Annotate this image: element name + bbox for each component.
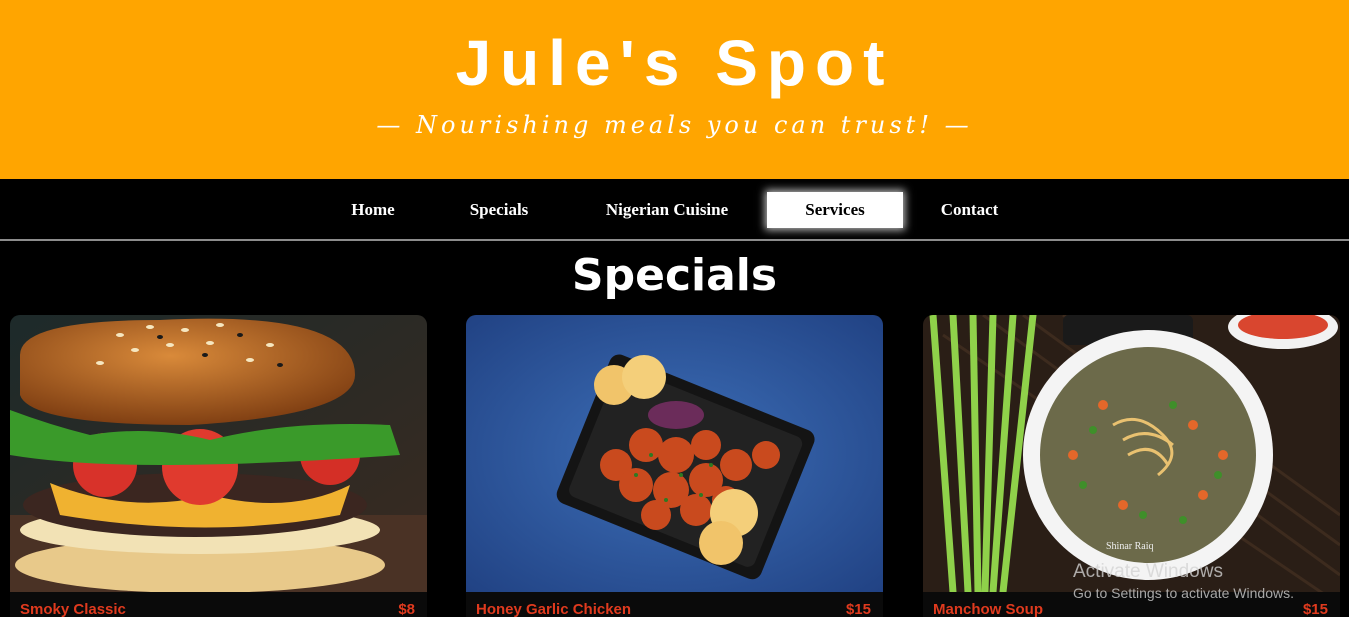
main-nav: Home Specials Nigerian Cuisine Services … xyxy=(0,179,1349,241)
card-footer: Honey Garlic Chicken $15 xyxy=(476,601,871,617)
card-price: $15 xyxy=(845,601,871,617)
card-price: $8 xyxy=(398,601,415,617)
nav-nigerian-cuisine[interactable]: Nigerian Cuisine xyxy=(587,192,747,228)
activate-windows-watermark: Activate Windows Go to Settings to activ… xyxy=(1073,561,1294,603)
photo-credit: Shinar Raiq xyxy=(1106,541,1154,552)
specials-heading: Specials xyxy=(571,250,778,301)
card-name: Honey Garlic Chicken xyxy=(476,601,632,617)
chicken-image xyxy=(466,315,883,592)
site-tagline: — Nourishing meals you can trust! — xyxy=(376,111,973,139)
special-card[interactable]: Smoky Classic $8 xyxy=(10,315,427,617)
nav-home[interactable]: Home xyxy=(330,192,416,228)
watermark-title: Activate Windows xyxy=(1073,561,1223,582)
card-name: Smoky Classic xyxy=(20,601,126,617)
card-footer: Manchow Soup $15 xyxy=(933,601,1328,617)
nav-specials[interactable]: Specials xyxy=(450,192,548,228)
card-name: Manchow Soup xyxy=(933,601,1043,617)
burger-image xyxy=(10,315,427,592)
watermark-subtitle: Go to Settings to activate Windows. xyxy=(1073,585,1294,601)
site-title: Jule's Spot xyxy=(455,27,894,99)
special-card[interactable]: Honey Garlic Chicken $15 xyxy=(466,315,883,617)
nav-services[interactable]: Services xyxy=(767,192,903,228)
card-price: $15 xyxy=(1302,601,1328,617)
nav-contact[interactable]: Contact xyxy=(922,192,1017,228)
card-footer: Smoky Classic $8 xyxy=(20,601,415,617)
site-header: Jule's Spot — Nourishing meals you can t… xyxy=(0,0,1349,179)
